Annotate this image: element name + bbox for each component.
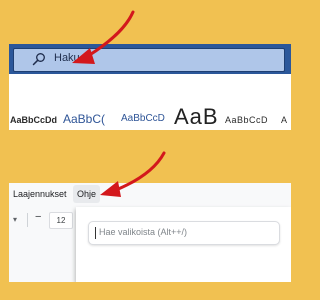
search-icon [32,52,46,66]
style-title[interactable]: AaB [174,104,219,130]
style-subtitle[interactable]: AaBbCcD [225,115,268,125]
help-menu-dropdown: Hae valikoista (Alt++/) [76,207,291,282]
chevron-down-icon[interactable]: ▾ [13,215,17,224]
menu-help[interactable]: Ohje [73,185,101,203]
word-window-crop: Haku AaBbCcDd AaBbC( AaBbCcD AaB AaBbCcD… [9,44,291,130]
search-text: Haku [54,52,80,64]
docs-window-crop: Laajennukset Ohje ▾ − 12 Hae valikoista … [9,183,291,282]
style-heading-2[interactable]: AaBbCcD [121,113,165,124]
font-size-field[interactable]: 12 [49,212,73,229]
style-extra[interactable]: A [281,115,287,125]
toolbar-divider [27,213,28,227]
styles-gallery: AaBbCcDd AaBbC( AaBbCcD AaB AaBbCcD A [9,104,291,129]
search-box[interactable]: Haku [13,48,285,72]
toolbar: ▾ − 12 [9,207,79,282]
style-normal[interactable]: AaBbCcDd [10,115,57,125]
title-bar: Haku [9,44,291,74]
menu-search-placeholder: Hae valikoista (Alt++/) [99,227,188,237]
menu-search-input[interactable]: Hae valikoista (Alt++/) [88,221,280,245]
menu-extensions[interactable]: Laajennukset [13,189,67,199]
text-cursor [95,227,96,239]
style-heading-1[interactable]: AaBbC( [63,112,105,126]
decrease-font-size-button[interactable]: − [35,211,41,223]
menu-bar: Laajennukset Ohje [9,183,291,207]
